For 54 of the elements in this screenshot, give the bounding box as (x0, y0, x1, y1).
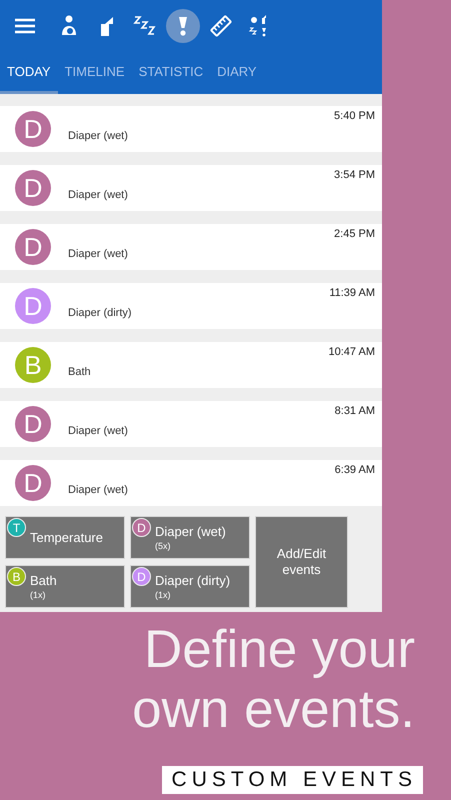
event-name: Diaper (wet) (68, 248, 128, 260)
event-row[interactable]: D Diaper (wet) 2:45 PM (0, 224, 382, 270)
event-avatar: D (15, 111, 51, 147)
menu-icon[interactable] (14, 17, 36, 35)
quick-event-name: Diaper (wet) (155, 524, 227, 539)
quick-event-button[interactable]: T Temperature (5, 516, 125, 559)
tab[interactable]: TODAY (0, 52, 58, 94)
event-time: 10:47 AM (328, 346, 375, 358)
event-time: 8:31 AM (334, 405, 375, 417)
event-avatar: D (15, 465, 51, 501)
event-name: Diaper (wet) (68, 130, 128, 142)
event-row[interactable]: D Diaper (wet) 5:40 PM (0, 106, 382, 152)
event-time: 5:40 PM (334, 110, 375, 122)
quick-event-count: (1x) (30, 590, 46, 600)
quick-event-count: (5x) (155, 541, 172, 551)
quick-event-button[interactable]: D Diaper (dirty) (1x) (130, 565, 250, 608)
ruler-icon (209, 14, 233, 38)
event-row[interactable]: D Diaper (wet) 3:54 PM (0, 165, 382, 211)
event-name: Diaper (wet) (68, 425, 128, 437)
exclamation-icon-button[interactable] (166, 9, 200, 43)
quick-event-button[interactable]: B Bath (1x) (5, 565, 125, 608)
event-time: 11:39 AM (329, 287, 375, 299)
event-badge: D (132, 567, 151, 586)
event-badge: T (7, 518, 26, 537)
event-time: 3:54 PM (334, 169, 375, 181)
event-row[interactable]: D Diaper (wet) 6:39 AM (0, 460, 382, 506)
event-name: Diaper (wet) (68, 484, 128, 496)
event-badge: B (7, 567, 26, 586)
sleep-icon (133, 14, 157, 38)
event-name: Diaper (dirty) (68, 307, 132, 319)
quick-event-count: (1x) (155, 590, 172, 600)
event-avatar: D (15, 288, 51, 324)
event-name: Bath (68, 366, 91, 378)
event-time: 6:39 AM (334, 464, 375, 476)
add-edit-events-button[interactable]: Add/Edit events (255, 516, 348, 608)
event-avatar: D (15, 406, 51, 442)
promo-caption: CUSTOM EVENTS (162, 766, 423, 794)
event-time: 2:45 PM (334, 228, 375, 240)
event-row[interactable]: D Diaper (wet) 8:31 AM (0, 401, 382, 447)
event-badge: D (132, 518, 151, 537)
quick-event-button[interactable]: D Diaper (wet) (5x) (130, 516, 250, 559)
event-row[interactable]: D Diaper (dirty) 11:39 AM (0, 283, 382, 329)
event-avatar: B (15, 347, 51, 383)
event-row[interactable]: B Bath 10:47 AM (0, 342, 382, 388)
tab[interactable]: STATISTIC (132, 52, 210, 94)
promo-headline: Define your own events. (131, 620, 415, 740)
event-name: Diaper (wet) (68, 189, 128, 201)
event-avatar: D (15, 170, 51, 206)
quick-event-name: Bath (30, 573, 58, 588)
quick-event-name: Diaper (dirty) (155, 573, 232, 588)
tab[interactable]: TIMELINE (58, 52, 132, 94)
event-avatar: D (15, 229, 51, 265)
quick-event-name: Temperature (30, 530, 104, 545)
tab[interactable]: DIARY (210, 52, 264, 94)
